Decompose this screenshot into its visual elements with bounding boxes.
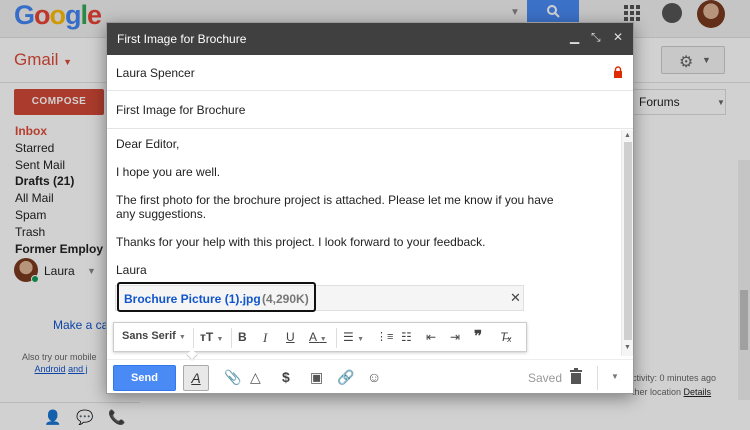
send-button[interactable]: Send: [113, 365, 176, 391]
bulleted-list-icon[interactable]: ☷: [401, 330, 412, 344]
font-family-select[interactable]: Sans Serif ▼: [122, 330, 186, 342]
font-size-icon[interactable]: тT ▼: [200, 330, 223, 344]
attachment-highlight-box: [117, 282, 316, 312]
toolbar-divider: [193, 328, 194, 348]
more-options-chevron-icon[interactable]: ▼: [611, 372, 619, 381]
text-color-icon[interactable]: A ▼: [309, 330, 327, 344]
trash-icon[interactable]: [570, 368, 582, 384]
remove-attachment-icon[interactable]: ✕: [510, 290, 521, 306]
scroll-up-icon[interactable]: ▲: [624, 132, 631, 139]
remove-formatting-icon[interactable]: T̶ₓ: [500, 330, 512, 344]
compose-actions-bar: Send A 📎 △ $ ▣ 🔗 ☺ Saved ▼: [107, 359, 633, 395]
formatting-options-icon[interactable]: A: [183, 365, 209, 391]
bold-icon[interactable]: B: [238, 330, 247, 344]
send-money-icon[interactable]: $: [282, 369, 290, 385]
compose-window: First Image for Brochure ▁ ⤡ ✕ Laura Spe…: [106, 22, 634, 394]
font-family-value: Sans Serif: [122, 330, 176, 342]
align-icon[interactable]: ☰ ▼: [343, 330, 364, 344]
chevron-down-icon: ▼: [178, 334, 186, 341]
minimize-icon[interactable]: ▁: [570, 30, 579, 44]
recipient-value: Laura Spencer: [116, 66, 195, 80]
google-drive-icon[interactable]: △: [250, 369, 261, 386]
close-icon[interactable]: ✕: [613, 30, 623, 44]
body-line-3: Thanks for your help with this project. …: [116, 235, 486, 249]
body-line-1: I hope you are well.: [116, 165, 221, 179]
compose-title: First Image for Brochure: [117, 32, 247, 46]
body-scrollbar[interactable]: ▲ ▼: [621, 130, 633, 356]
body-greeting: Dear Editor,: [116, 137, 180, 151]
subject-field[interactable]: First Image for Brochure: [107, 91, 633, 129]
numbered-list-icon[interactable]: ⋮≡: [376, 330, 393, 343]
underline-icon[interactable]: U: [286, 330, 295, 344]
quote-icon[interactable]: ❞: [474, 327, 482, 345]
insert-link-icon[interactable]: 🔗: [337, 369, 354, 386]
attach-files-icon[interactable]: 📎: [224, 369, 241, 386]
compose-header[interactable]: First Image for Brochure ▁ ⤡ ✕: [107, 23, 633, 55]
indent-more-icon[interactable]: ⇥: [450, 330, 460, 344]
body-signature: Laura: [116, 263, 147, 277]
toolbar-divider: [336, 328, 337, 348]
body-scrollbar-thumb[interactable]: [624, 142, 632, 340]
body-line-2: The first photo for the brochure project…: [116, 193, 554, 221]
indent-less-icon[interactable]: ⇤: [426, 330, 436, 344]
scroll-down-icon[interactable]: ▼: [624, 344, 631, 351]
subject-value: First Image for Brochure: [116, 103, 246, 117]
toolbar-divider: [231, 328, 232, 348]
fullscreen-icon[interactable]: ⤡: [591, 30, 601, 45]
recipients-field[interactable]: Laura Spencer: [107, 55, 633, 91]
emoji-icon[interactable]: ☺: [367, 369, 381, 385]
draft-saved-status: Saved: [528, 371, 563, 385]
lock-icon: [614, 66, 622, 78]
formatting-toolbar: Sans Serif ▼ тT ▼ B I U A ▼ ☰ ▼ ⋮≡ ☷ ⇤ ⇥…: [113, 322, 527, 352]
toolbar-divider: [597, 366, 598, 390]
italic-icon[interactable]: I: [263, 330, 267, 346]
insert-photo-icon[interactable]: ▣: [310, 369, 323, 386]
